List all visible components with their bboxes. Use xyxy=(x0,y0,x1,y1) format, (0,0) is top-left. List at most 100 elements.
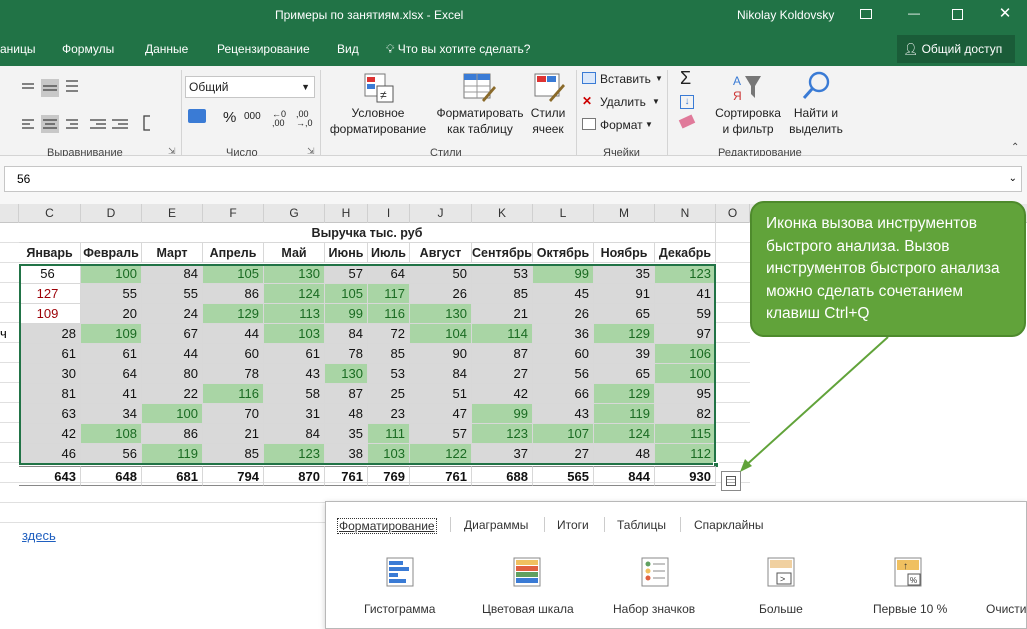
data-cell[interactable]: 85 xyxy=(203,444,264,464)
total-cell[interactable]: 794 xyxy=(203,466,264,486)
qa-item-icon-set[interactable]: Набор значков xyxy=(613,602,695,616)
data-cell[interactable]: 56 xyxy=(81,444,142,464)
qa-tab-formatting[interactable]: Форматирование xyxy=(337,518,437,534)
data-cell[interactable]: 116 xyxy=(368,304,410,324)
data-cell[interactable]: 35 xyxy=(325,424,368,444)
column-header-f[interactable]: F xyxy=(203,204,264,223)
data-cell[interactable]: 97 xyxy=(655,324,716,344)
data-cell[interactable]: 65 xyxy=(594,364,655,384)
data-cell[interactable]: 105 xyxy=(203,264,264,284)
data-cell[interactable]: 58 xyxy=(264,384,325,404)
data-cell[interactable]: 124 xyxy=(264,284,325,304)
tab-page-layout[interactable]: аницы xyxy=(0,42,36,56)
data-cell[interactable]: 50 xyxy=(410,264,472,284)
data-cell[interactable]: 20 xyxy=(81,304,142,324)
qa-item-data-bars[interactable]: Гистограмма xyxy=(364,602,435,616)
expand-formula-icon[interactable]: ⌄ xyxy=(1009,167,1017,191)
data-cell[interactable]: 43 xyxy=(264,364,325,384)
data-cell[interactable]: 64 xyxy=(368,264,410,284)
clear-icon[interactable] xyxy=(678,114,696,129)
insert-button[interactable]: Вставить xyxy=(600,72,651,86)
data-cell[interactable]: 42 xyxy=(19,424,81,444)
total-cell[interactable]: 870 xyxy=(264,466,325,486)
month-header[interactable]: Февраль xyxy=(81,243,142,263)
month-header[interactable]: Апрель xyxy=(203,243,264,263)
data-cell[interactable]: 111 xyxy=(368,424,410,444)
format-as-table-button[interactable]: Форматировать как таблицу xyxy=(432,106,528,137)
data-cell[interactable]: 85 xyxy=(368,344,410,364)
data-cell[interactable]: 45 xyxy=(533,284,594,304)
autosum-icon[interactable]: Σ xyxy=(680,68,691,89)
data-cell[interactable]: 24 xyxy=(142,304,203,324)
column-header-n[interactable]: N xyxy=(655,204,716,223)
delete-button[interactable]: Удалить xyxy=(600,95,646,109)
data-cell[interactable]: 22 xyxy=(142,384,203,404)
total-cell[interactable]: 681 xyxy=(142,466,203,486)
month-header[interactable]: Январь xyxy=(19,243,81,263)
data-cell[interactable]: 109 xyxy=(81,324,142,344)
data-cell[interactable]: 55 xyxy=(81,284,142,304)
table-title[interactable]: Выручка тыс. руб xyxy=(19,223,716,243)
data-cell[interactable]: 87 xyxy=(472,344,533,364)
data-bars-icon[interactable] xyxy=(386,557,414,587)
data-cell[interactable]: 34 xyxy=(81,404,142,424)
total-cell[interactable]: 761 xyxy=(410,466,472,486)
data-cell[interactable]: 105 xyxy=(325,284,368,304)
data-cell[interactable]: 31 xyxy=(264,404,325,424)
collapse-ribbon-icon[interactable]: ⌃ xyxy=(1011,142,1019,153)
total-cell[interactable]: 648 xyxy=(81,466,142,486)
more-rules-icon[interactable]: > xyxy=(767,557,795,587)
data-cell[interactable]: 119 xyxy=(594,404,655,424)
alignment-icons[interactable] xyxy=(20,76,150,136)
data-cell[interactable]: 81 xyxy=(19,384,81,404)
data-cell[interactable]: 61 xyxy=(81,344,142,364)
column-header-g[interactable]: G xyxy=(264,204,325,223)
data-cell[interactable]: 109 xyxy=(19,304,81,324)
column-header-i[interactable]: I xyxy=(368,204,410,223)
percent-button[interactable]: % xyxy=(223,109,236,126)
number-format-dropdown[interactable]: Общий ▼ xyxy=(185,76,315,98)
increase-decimal-icon[interactable]: ←0,00 xyxy=(272,110,286,128)
total-cell[interactable]: 565 xyxy=(533,466,594,486)
data-cell[interactable]: 129 xyxy=(594,324,655,344)
total-cell[interactable]: 761 xyxy=(325,466,368,486)
total-cell[interactable]: 930 xyxy=(655,466,716,486)
data-cell[interactable]: 63 xyxy=(19,404,81,424)
data-cell[interactable]: 90 xyxy=(410,344,472,364)
data-cell[interactable]: 51 xyxy=(410,384,472,404)
data-cell[interactable]: 116 xyxy=(203,384,264,404)
data-cell[interactable]: 61 xyxy=(264,344,325,364)
total-cell[interactable]: 769 xyxy=(368,466,410,486)
month-header[interactable]: Июль xyxy=(368,243,410,263)
qa-item-clear[interactable]: Очисти xyxy=(986,602,1027,616)
top-ten-icon[interactable]: ↑ % xyxy=(894,557,922,587)
data-cell[interactable]: 27 xyxy=(533,444,594,464)
data-cell[interactable]: 104 xyxy=(410,324,472,344)
data-cell[interactable]: 95 xyxy=(655,384,716,404)
column-header-h[interactable]: H xyxy=(325,204,368,223)
data-cell[interactable]: 86 xyxy=(203,284,264,304)
data-cell[interactable]: 30 xyxy=(19,364,81,384)
data-cell[interactable]: 56 xyxy=(19,264,81,284)
month-header[interactable]: Декабрь xyxy=(655,243,716,263)
tell-me-box[interactable]: 💡︎ Что вы хотите сделать? xyxy=(386,42,530,57)
month-header[interactable]: Июнь xyxy=(325,243,368,263)
quick-analysis-button[interactable] xyxy=(721,471,741,491)
data-cell[interactable]: 66 xyxy=(533,384,594,404)
data-cell[interactable]: 100 xyxy=(655,364,716,384)
column-header-m[interactable]: M xyxy=(594,204,655,223)
data-cell[interactable]: 124 xyxy=(594,424,655,444)
thousands-button[interactable]: 000 xyxy=(244,111,261,122)
data-cell[interactable]: 70 xyxy=(203,404,264,424)
color-scale-icon[interactable] xyxy=(513,557,541,587)
data-cell[interactable]: 99 xyxy=(472,404,533,424)
data-cell[interactable]: 119 xyxy=(142,444,203,464)
data-cell[interactable]: 37 xyxy=(472,444,533,464)
share-button[interactable]: 👤︎ Общий доступ xyxy=(897,35,1015,63)
data-cell[interactable]: 114 xyxy=(472,324,533,344)
data-cell[interactable]: 129 xyxy=(203,304,264,324)
data-cell[interactable]: 108 xyxy=(81,424,142,444)
data-cell[interactable]: 100 xyxy=(81,264,142,284)
data-cell[interactable]: 46 xyxy=(19,444,81,464)
data-cell[interactable]: 36 xyxy=(533,324,594,344)
